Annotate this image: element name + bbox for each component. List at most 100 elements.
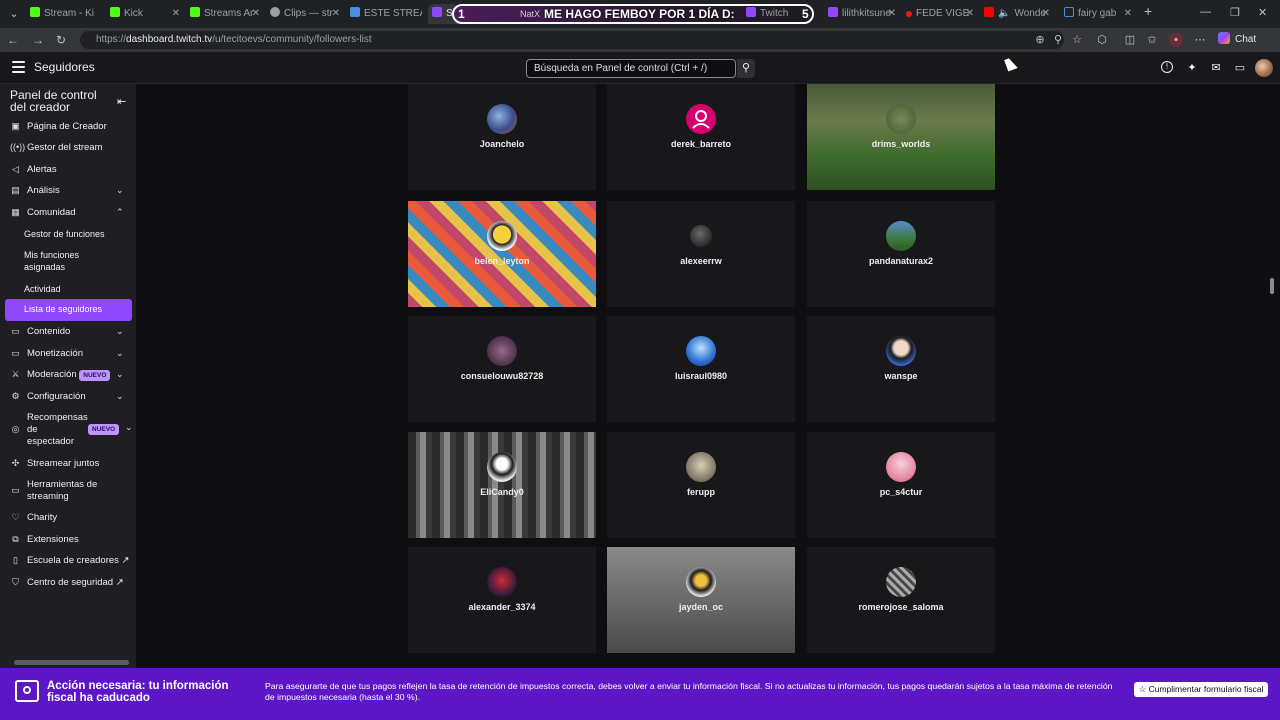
url-path: /u/tecitoevs/community/followers-list: [212, 34, 372, 45]
community-icon: ▦: [11, 207, 20, 217]
help-icon[interactable]: !: [1161, 61, 1173, 73]
sidebar-subitem-feature-manager[interactable]: Gestor de funciones: [24, 228, 105, 240]
more-menu-icon[interactable]: ⋯: [1193, 33, 1207, 47]
follower-card[interactable]: luisraul0980: [607, 316, 795, 422]
follower-card[interactable]: alexander_3374: [408, 547, 596, 653]
zoom-icon[interactable]: ⚲: [1051, 33, 1065, 47]
browser-tab[interactable]: 🔈 Wonde ✕: [984, 4, 1052, 24]
translate-icon[interactable]: ⊕: [1033, 33, 1047, 47]
follower-name: luisraul0980: [674, 371, 728, 381]
profile-icon[interactable]: •: [1169, 33, 1183, 47]
follower-name: Joanchelo: [479, 139, 525, 149]
collapse-sidebar-icon[interactable]: ⇤: [117, 95, 126, 108]
tab-favicon-icon: [828, 7, 838, 17]
follower-avatar: [886, 104, 916, 134]
follower-card[interactable]: EliCandy0: [408, 432, 596, 538]
sidebar-title: Panel de control del creador: [10, 88, 97, 114]
follower-card[interactable]: pc_s4ctur: [807, 432, 995, 538]
tab-audio-icon[interactable]: 🔈: [998, 8, 1010, 19]
follower-card[interactable]: drims_worlds: [807, 84, 995, 190]
follower-card[interactable]: romerojose_saloma: [807, 547, 995, 653]
follower-card[interactable]: wanspe: [807, 316, 995, 422]
sidebar-subitem-activity[interactable]: Actividad: [24, 283, 61, 295]
browser-tab[interactable]: Twitch: [746, 4, 806, 24]
browser-tab-strip: ⌄ Stream - Ki Kick ✕ Streams Ar ✕ Clips — …: [0, 0, 1280, 28]
tab-favicon-icon: [190, 7, 200, 17]
tab-title: Kick: [124, 8, 143, 19]
browser-tab[interactable]: fairy gab ✕: [1064, 4, 1134, 24]
favorites-icon[interactable]: ✩: [1145, 33, 1159, 47]
user-avatar[interactable]: [1255, 59, 1273, 77]
rewards-label: espectador: [27, 436, 75, 447]
reload-icon[interactable]: ↻: [53, 32, 69, 48]
browser-tab[interactable]: lilithkitsune ✕: [828, 4, 898, 24]
tab-favicon-icon: [30, 7, 40, 17]
tab-close-icon[interactable]: ✕: [1042, 4, 1050, 24]
tab-close-icon[interactable]: ✕: [888, 4, 896, 24]
sidebar-item-label: Contenido: [27, 326, 71, 337]
tab-close-icon[interactable]: ✕: [1124, 4, 1132, 24]
tab-favicon-icon: [746, 7, 756, 17]
follower-name: pandanaturax2: [868, 256, 934, 266]
sidebar-item-label: Gestor del stream: [27, 142, 103, 153]
sidebar-subitem-my-features[interactable]: Mis funciones asignadas: [24, 249, 79, 273]
search-icon[interactable]: ⚲: [737, 59, 755, 78]
copilot-chat-button[interactable]: Chat: [1218, 31, 1256, 49]
follower-card[interactable]: derek_barreto: [607, 84, 795, 190]
follower-card[interactable]: jayden_oc: [607, 547, 795, 653]
external-link-icon: ↗: [115, 577, 124, 588]
browser-tab[interactable]: Stream - Ki: [30, 4, 102, 24]
follower-card[interactable]: Joanchelo: [408, 84, 596, 190]
sparkle-icon[interactable]: ✦: [1185, 61, 1199, 75]
tab-favicon-icon: [906, 11, 912, 17]
tab-close-icon[interactable]: ✕: [332, 4, 340, 24]
browser-tab[interactable]: FEDE VIGE ✕: [906, 4, 976, 24]
new-tab-icon[interactable]: +: [1144, 3, 1152, 19]
bookmark-star-icon[interactable]: ☆: [1070, 33, 1084, 47]
forward-icon[interactable]: →: [30, 32, 46, 48]
back-icon[interactable]: ←: [5, 32, 21, 48]
browser-tab[interactable]: Kick ✕: [110, 4, 182, 24]
address-bar[interactable]: https://dashboard.twitch.tv/u/tecitoevs/…: [80, 31, 1064, 49]
url-host: dashboard.twitch.tv: [126, 34, 213, 45]
sidebar-item-label: Monetización: [27, 348, 83, 359]
follower-card[interactable]: consuelouwu82728: [408, 316, 596, 422]
follower-card[interactable]: alexeerrw: [607, 201, 795, 307]
inbox-icon[interactable]: ✉: [1209, 61, 1223, 75]
follower-card[interactable]: belen_leyton: [408, 201, 596, 307]
follower-avatar: [886, 452, 916, 482]
followers-grid: Joanchelo derek_barreto drims_worlds bel…: [136, 84, 1280, 668]
follower-avatar: [886, 567, 916, 597]
minimize-icon[interactable]: —: [1200, 6, 1211, 18]
megaphone-icon: ◁: [12, 164, 19, 174]
follower-avatar: [487, 221, 517, 251]
search-input[interactable]: Búsqueda en Panel de control (Ctrl + /): [526, 59, 736, 78]
extension-icon[interactable]: ⬡: [1095, 33, 1109, 47]
main-scrollbar[interactable]: [1270, 278, 1274, 294]
follower-avatar: [686, 336, 716, 366]
follower-avatar: [487, 452, 517, 482]
sword-icon: ⚔: [11, 369, 20, 379]
sidebar-scrollbar[interactable]: [14, 660, 129, 665]
tab-title: Stream - Ki: [44, 8, 95, 19]
follower-name: pc_s4ctur: [879, 487, 923, 497]
complete-tax-form-button[interactable]: ☆ Cumplimentar formulario fiscal: [1134, 682, 1268, 697]
rewards-label: de: [27, 424, 38, 435]
tab-close-icon[interactable]: ✕: [252, 4, 260, 24]
close-window-icon[interactable]: ✕: [1258, 6, 1267, 19]
follower-card[interactable]: pandanaturax2: [807, 201, 995, 307]
tab-close-icon[interactable]: ✕: [172, 4, 180, 24]
follower-card[interactable]: ferupp: [607, 432, 795, 538]
browser-tab[interactable]: ESTE STREA: [350, 4, 422, 24]
tab-search-icon[interactable]: ⌄: [6, 6, 22, 22]
browser-tab[interactable]: Clips — str ✕: [270, 4, 342, 24]
whispers-icon[interactable]: ▭: [1233, 61, 1247, 75]
browser-tab[interactable]: Streams Ar ✕: [190, 4, 262, 24]
sidebar-subitem-followers-list[interactable]: Lista de seguidores: [5, 299, 132, 321]
restore-icon[interactable]: ❐: [1230, 6, 1240, 19]
follower-avatar: [686, 452, 716, 482]
menu-icon[interactable]: [12, 61, 25, 76]
tab-close-icon[interactable]: ✕: [966, 4, 974, 24]
sidebar-item-label: Extensiones: [27, 534, 79, 545]
split-screen-icon[interactable]: ◫: [1123, 33, 1137, 47]
